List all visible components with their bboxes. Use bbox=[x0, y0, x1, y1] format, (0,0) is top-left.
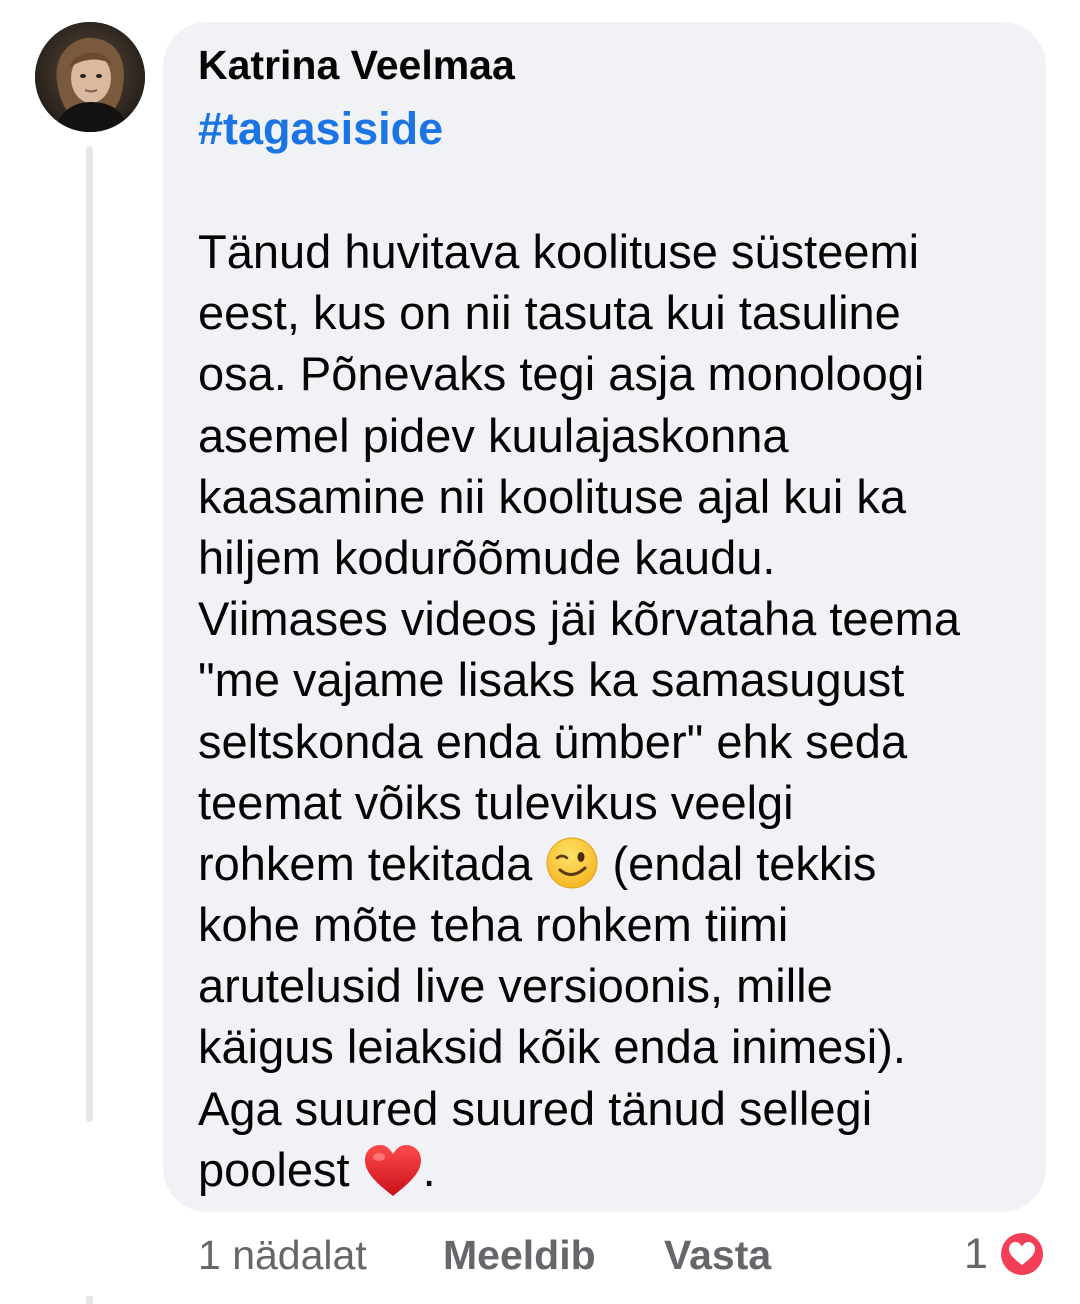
comment-line: hiljem kodurõõmude kaudu. bbox=[198, 530, 776, 584]
timestamp[interactable]: 1 nädalat bbox=[198, 1232, 367, 1279]
comment-line-with-emoji: poolest . bbox=[198, 1139, 1038, 1200]
comment-line-with-emoji: rohkem tekitada (endal tekkis bbox=[198, 833, 1038, 894]
comment-thread: Katrina Veelmaa #tagasiside Tänud huvita… bbox=[0, 0, 1080, 1304]
comment-line: teemat võiks tulevikus veelgi bbox=[198, 775, 794, 829]
comment-line-text: (endal tekkis bbox=[599, 836, 877, 890]
comment-line: käigus leiaksid kõik enda inimesi). bbox=[198, 1020, 906, 1074]
comment-line: eest, kus on nii tasuta kui tasuline bbox=[198, 286, 901, 340]
comment-line: Viimases videos jäi kõrvataha teema bbox=[198, 592, 960, 646]
comment-line-text: . bbox=[422, 1142, 436, 1196]
comment-actions: 1 nädalat Meeldib Vasta 1 bbox=[0, 1228, 1080, 1288]
author-name[interactable]: Katrina Veelmaa bbox=[198, 42, 515, 89]
thread-line bbox=[86, 146, 93, 1122]
profile-photo bbox=[35, 22, 145, 132]
winking-face-emoji-icon bbox=[546, 837, 598, 889]
comment-line: kohe mõte teha rohkem tiimi bbox=[198, 898, 789, 952]
comment-line: asemel pidev kuulajaskonna bbox=[198, 408, 789, 462]
love-reaction-icon[interactable] bbox=[996, 1228, 1048, 1280]
comment-line: osa. Põnevaks tegi asja monoloogi bbox=[198, 347, 925, 401]
red-heart-emoji-icon bbox=[364, 1144, 421, 1196]
reply-button[interactable]: Vasta bbox=[664, 1232, 771, 1279]
comment-line: Aga suured suured tänud sellegi bbox=[198, 1081, 873, 1135]
comment-line-text: rohkem tekitada bbox=[198, 836, 546, 890]
comment-line-text: poolest bbox=[198, 1142, 363, 1196]
comment-line: "me vajame lisaks ka samasugust bbox=[198, 653, 905, 707]
hashtag-link[interactable]: #tagasiside bbox=[198, 103, 443, 155]
comment-text: Tänud huvitava koolituse süsteemi eest, … bbox=[198, 221, 1038, 1200]
thread-line-continuation bbox=[86, 1296, 93, 1304]
avatar[interactable] bbox=[35, 22, 145, 132]
comment-line: Tänud huvitava koolituse süsteemi bbox=[198, 225, 920, 278]
reaction-count[interactable]: 1 bbox=[964, 1230, 988, 1279]
comment-line: arutelusid live versioonis, mille bbox=[198, 959, 833, 1013]
comment-line: kaasamine nii koolituse ajal kui ka bbox=[198, 469, 906, 523]
comment-line: seltskonda enda ümber" ehk seda bbox=[198, 714, 908, 768]
like-button[interactable]: Meeldib bbox=[443, 1232, 596, 1279]
